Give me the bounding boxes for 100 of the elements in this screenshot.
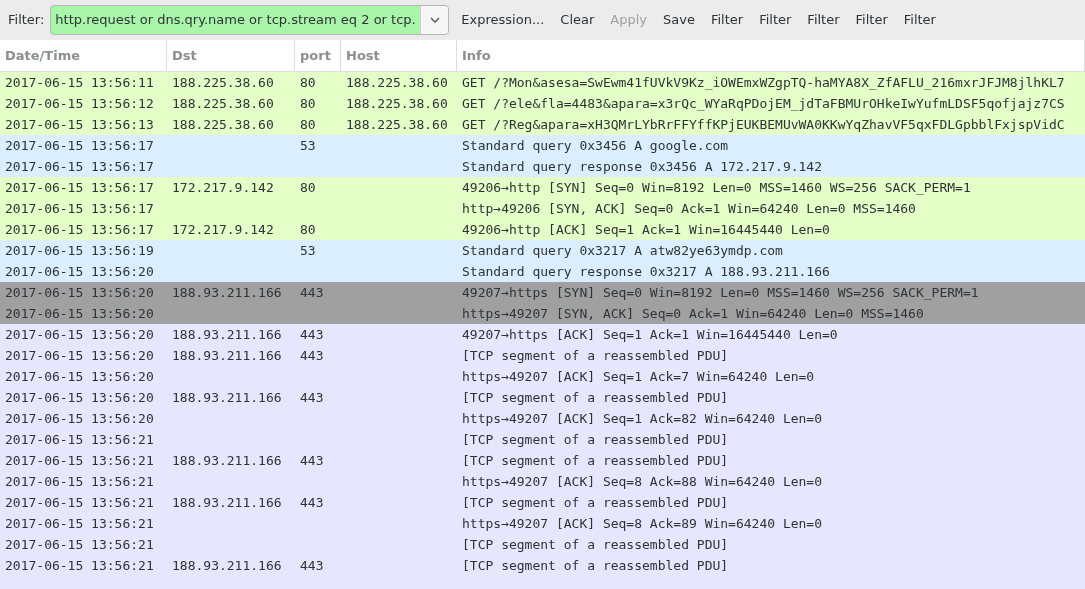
table-cell-text: GET /?Reg&apara=xH3QMrLYbRrFFYffKPjEUKBEMUvWA0KKwYqZhavVF5qxFDLGpbblFxjspVidC: [461, 116, 1065, 134]
table-cell-text: 188.225.38.60: [171, 95, 274, 113]
table-cell-text: https→49207 [SYN, ACK] Seq=0 Ack=1 Win=64240 Len=0 MSS=1460: [461, 305, 924, 323]
table-cell-text: 80: [299, 221, 316, 239]
table-cell-text: 2017-06-15 13:56:21: [4, 473, 154, 491]
table-cell-text: 2017-06-15 13:56:20: [4, 326, 154, 344]
table-cell-text: 80: [299, 116, 316, 134]
table-cell-text: [TCP segment of a reassembled PDU]: [461, 557, 729, 575]
table-cell-text: http→49206 [SYN, ACK] Seq=0 Ack=1 Win=64240 Len=0 MSS=1460: [461, 200, 916, 218]
table-cell-text: [TCP segment of a reassembled PDU]: [461, 494, 729, 512]
table-cell-text: 2017-06-15 13:56:17: [4, 221, 154, 239]
table-cell-text: 2017-06-15 13:56:17: [4, 137, 154, 155]
table-cell-text: [TCP segment of a reassembled PDU]: [461, 452, 729, 470]
table-cell-text: 2017-06-15 13:56:21: [4, 536, 154, 554]
table-cell-text: GET /?Mon&asesa=SwEwm41fUVkV9Kz_iOWEmxWZgpTQ-haMYA8X_ZfAFLU_216mxrJFJM8jlhKL7: [461, 74, 1065, 92]
table-cell-text: 2017-06-15 13:56:20: [4, 305, 154, 323]
table-cell-text: 2017-06-15 13:56:17: [4, 158, 154, 176]
table-cell-text: 49206→http [ACK] Seq=1 Ack=1 Win=16445440 Len=0: [461, 221, 830, 239]
packet-row[interactable]: 2017-06-15 13:56:20 188.93.211.166 443 49207→https [SYN] Seq=0 Win=8192 Len=0 MSS=1460 WS=256 SACK_PERM=1: [0, 282, 1085, 303]
table-cell-text: 443: [299, 326, 324, 344]
table-cell-text: https→49207 [ACK] Seq=1 Ack=7 Win=64240 Len=0: [461, 368, 815, 386]
toolbar-button[interactable]: Filter: [702, 6, 752, 34]
table-cell-text: https→49207 [ACK] Seq=8 Ack=89 Win=64240 Len=0: [461, 515, 823, 533]
table-cell-text: 49206→http [SYN] Seq=0 Win=8192 Len=0 MSS=1460 WS=256 SACK_PERM=1: [461, 179, 971, 197]
packet-row[interactable]: 2017-06-15 13:56:20 https→49207 [SYN, ACK] Seq=0 Ack=1 Win=64240 Len=0 MSS=1460: [0, 303, 1085, 324]
table-cell-text: 2017-06-15 13:56:17: [4, 200, 154, 218]
table-cell-text: 188.93.211.166: [171, 326, 282, 344]
packet-row[interactable]: 2017-06-15 13:56:11 188.225.38.60 80 188.225.38.60 GET /?Mon&asesa=SwEwm41fUVkV9Kz_iOWEmxWZgpTQ-haMYA8X_ZfAFLU_216mxrJFJM8jlhKL7: [0, 72, 1085, 93]
table-cell-text: 188.225.38.60: [345, 95, 448, 113]
table-cell-text: 53: [299, 137, 316, 155]
table-cell-text: 188.225.38.60: [345, 116, 448, 134]
table-cell-text: 2017-06-15 13:56:12: [4, 95, 154, 113]
dropdown-button[interactable]: [420, 6, 449, 34]
table-cell-text: Standard query 0x3456 A google.com: [461, 137, 729, 155]
table-cell-text: 80: [299, 179, 316, 197]
table-cell-text: 2017-06-15 13:56:20: [4, 347, 154, 365]
table-cell-text: 443: [299, 347, 324, 365]
table-cell-text: 172.217.9.142: [171, 179, 274, 197]
toolbar-button[interactable]: Filter: [751, 6, 800, 34]
table-cell-text: Standard query response 0x3217 A 188.93.211.166: [461, 263, 830, 281]
packet-row[interactable]: 2017-06-15 13:56:13 188.225.38.60 80 188.225.38.60 GET /?Reg&apara=xH3QMrLYbRrFFYffKPjEUKBEMUvWA0KKwYqZhavVF5qxFDLGpbblFxjspVidC: [0, 114, 1085, 135]
table-cell-text: 2017-06-15 13:56:21: [4, 494, 154, 512]
table-cell-text: 188.225.38.60: [171, 116, 274, 134]
table-cell-text: 2017-06-15 13:56:20: [4, 410, 154, 428]
packet-row[interactable]: 2017-06-15 13:56:17 http→49206 [SYN, ACK] Seq=0 Ack=1 Win=64240 Len=0 MSS=1460: [0, 198, 1085, 219]
table-cell-text: 172.217.9.142: [171, 221, 274, 239]
table-cell-text: GET /?ele&fla=4483&apara=x3rQc_WYaRqPDojEM_jdTaFBMUrOHkeIwYufmLDSF5qofjajz7CS: [461, 95, 1065, 113]
table-cell-text: 443: [299, 284, 324, 302]
table-cell-text: 80: [299, 95, 316, 113]
table-cell-text: [TCP segment of a reassembled PDU]: [461, 536, 729, 554]
table-cell-text: 188.93.211.166: [171, 452, 282, 470]
table-cell-text: 188.93.211.166: [171, 284, 282, 302]
table-cell-text: 2017-06-15 13:56:20: [4, 368, 154, 386]
table-cell-text: 443: [299, 389, 324, 407]
table-cell-text: 2017-06-15 13:56:11: [4, 74, 154, 92]
table-cell-text: 80: [299, 74, 316, 92]
table-cell-text: 188.93.211.166: [171, 389, 282, 407]
packet-row[interactable]: 2017-06-15 13:56:17 172.217.9.142 80 49206→http [ACK] Seq=1 Ack=1 Win=16445440 Len=0: [0, 219, 1085, 240]
table-cell-text: 443: [299, 452, 324, 470]
table-cell-text: 49207→https [ACK] Seq=1 Ack=1 Win=16445440 Len=0: [461, 326, 838, 344]
table-cell-text: 2017-06-15 13:56:21: [4, 557, 154, 575]
table-cell-text: 188.225.38.60: [171, 74, 274, 92]
toolbar-button[interactable]: Filter: [847, 6, 896, 34]
table-cell-text: 443: [299, 557, 324, 575]
table-cell-text: 2017-06-15 13:56:21: [4, 452, 154, 470]
packet-row[interactable]: 2017-06-15 13:56:12 188.225.38.60 80 188.225.38.60 GET /?ele&fla=4483&apara=x3rQc_WYaRqPDojEM_jdTaFBMUrOHkeIwYufmLDSF5qofjajz7CS: [0, 93, 1085, 114]
table-cell-text: 49207→https [SYN] Seq=0 Win=8192 Len=0 MSS=1460 WS=256 SACK_PERM=1: [461, 284, 979, 302]
table-cell-text: [TCP segment of a reassembled PDU]: [461, 347, 729, 365]
filter-field[interactable]: http.request or dns.qry.name or tcp.stream eq 2 or tcp.: [50, 5, 450, 35]
table-cell-text: 188.93.211.166: [171, 494, 282, 512]
toolbar-button[interactable]: Clear: [552, 6, 603, 34]
table-cell-text: https→49207 [ACK] Seq=8 Ack=88 Win=64240 Len=0: [461, 473, 823, 491]
packet-row[interactable]: 2017-06-15 13:56:17 172.217.9.142 80 49206→http [SYN] Seq=0 Win=8192 Len=0 MSS=1460 WS=256 SACK_PERM=1: [0, 177, 1085, 198]
filter-label: Filter:: [8, 11, 45, 30]
packet-row[interactable]: 2017-06-15 13:56:17 53 Standard query 0x3456 A google.com: [0, 135, 1085, 156]
table-cell-text: 53: [299, 242, 316, 260]
toolbar-button[interactable]: Filter: [895, 6, 944, 34]
table-cell-text: 2017-06-15 13:56:21: [4, 515, 154, 533]
table-cell-text: 2017-06-15 13:56:17: [4, 179, 154, 197]
table-cell-text: Standard query response 0x3456 A 172.217.9.142: [461, 158, 823, 176]
table-cell-text: 2017-06-15 13:56:13: [4, 116, 154, 134]
chevron-down-icon: [429, 17, 440, 23]
toolbar-button[interactable]: Expression...: [453, 6, 553, 34]
table-cell-text: 443: [299, 494, 324, 512]
table-cell-text: 2017-06-15 13:56:20: [4, 284, 154, 302]
table-cell-text: 188.93.211.166: [171, 347, 282, 365]
table-cell-text: [TCP segment of a reassembled PDU]: [461, 431, 729, 449]
table-cell-text: https→49207 [ACK] Seq=1 Ack=82 Win=64240 Len=0: [461, 410, 823, 428]
table-cell-text: 188.225.38.60: [345, 74, 448, 92]
table-cell-text: 2017-06-15 13:56:19: [4, 242, 154, 260]
packet-row[interactable]: 2017-06-15 13:56:20 Standard query response 0x3217 A 188.93.211.166: [0, 261, 1085, 282]
table-cell-text: 2017-06-15 13:56:20: [4, 389, 154, 407]
table-cell-text: 188.93.211.166: [171, 557, 282, 575]
table-cell-text: 2017-06-15 13:56:20: [4, 263, 154, 281]
table-cell-text: Standard query 0x3217 A atw82ye63ymdp.com: [461, 242, 783, 260]
toolbar-button[interactable]: Save: [655, 6, 703, 34]
table-cell-text: 2017-06-15 13:56:21: [4, 431, 154, 449]
packet-row[interactable]: 2017-06-15 13:56:17 Standard query response 0x3456 A 172.217.9.142: [0, 156, 1085, 177]
packet-row[interactable]: 2017-06-15 13:56:19 53 Standard query 0x3217 A atw82ye63ymdp.com: [0, 240, 1085, 261]
toolbar-button[interactable]: Filter: [799, 6, 848, 34]
